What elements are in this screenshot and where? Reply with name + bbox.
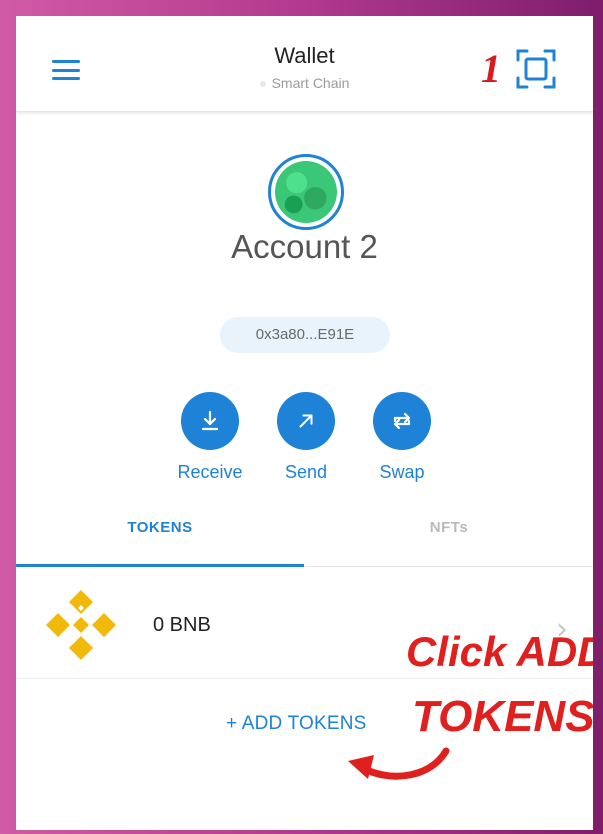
qr-scan-icon[interactable]	[515, 48, 557, 90]
page-title: Wallet	[274, 43, 335, 68]
swap-icon	[373, 392, 431, 450]
receive-label: Receive	[177, 462, 243, 482]
account-avatar[interactable]	[268, 154, 344, 230]
receive-button[interactable]: Receive	[165, 392, 255, 483]
bnb-logo-icon	[46, 590, 116, 660]
download-icon	[181, 392, 239, 450]
account-address-pill[interactable]: 0x3a80...E91E	[220, 317, 390, 353]
annotation-instruction-line1: Click ADD	[406, 628, 593, 675]
identicon	[275, 161, 337, 223]
app-header: Wallet Smart Chain 1	[16, 16, 593, 112]
account-name[interactable]: Account 2	[16, 228, 593, 266]
network-name: Smart Chain	[271, 75, 350, 91]
tab-nfts[interactable]: NFTs	[305, 508, 593, 567]
token-amount: 0 BNB	[153, 614, 211, 636]
tab-tokens[interactable]: TOKENS	[16, 508, 304, 567]
send-label: Send	[284, 462, 328, 482]
app-frame: Wallet Smart Chain 1 Account 2 0x3a80...…	[16, 16, 593, 830]
network-status-dot	[259, 81, 266, 88]
annotation-step-number: 1	[481, 46, 501, 91]
swap-button[interactable]: Swap	[357, 392, 447, 483]
send-button[interactable]: Send	[261, 392, 351, 483]
action-buttons: Receive Send Swap	[16, 392, 593, 492]
swap-label: Swap	[379, 462, 425, 482]
annotation-arrow-icon	[348, 747, 450, 780]
network-label[interactable]: Smart Chain	[16, 75, 593, 91]
asset-tabs: TOKENS NFTs	[16, 508, 593, 567]
arrow-up-right-icon	[277, 392, 335, 450]
